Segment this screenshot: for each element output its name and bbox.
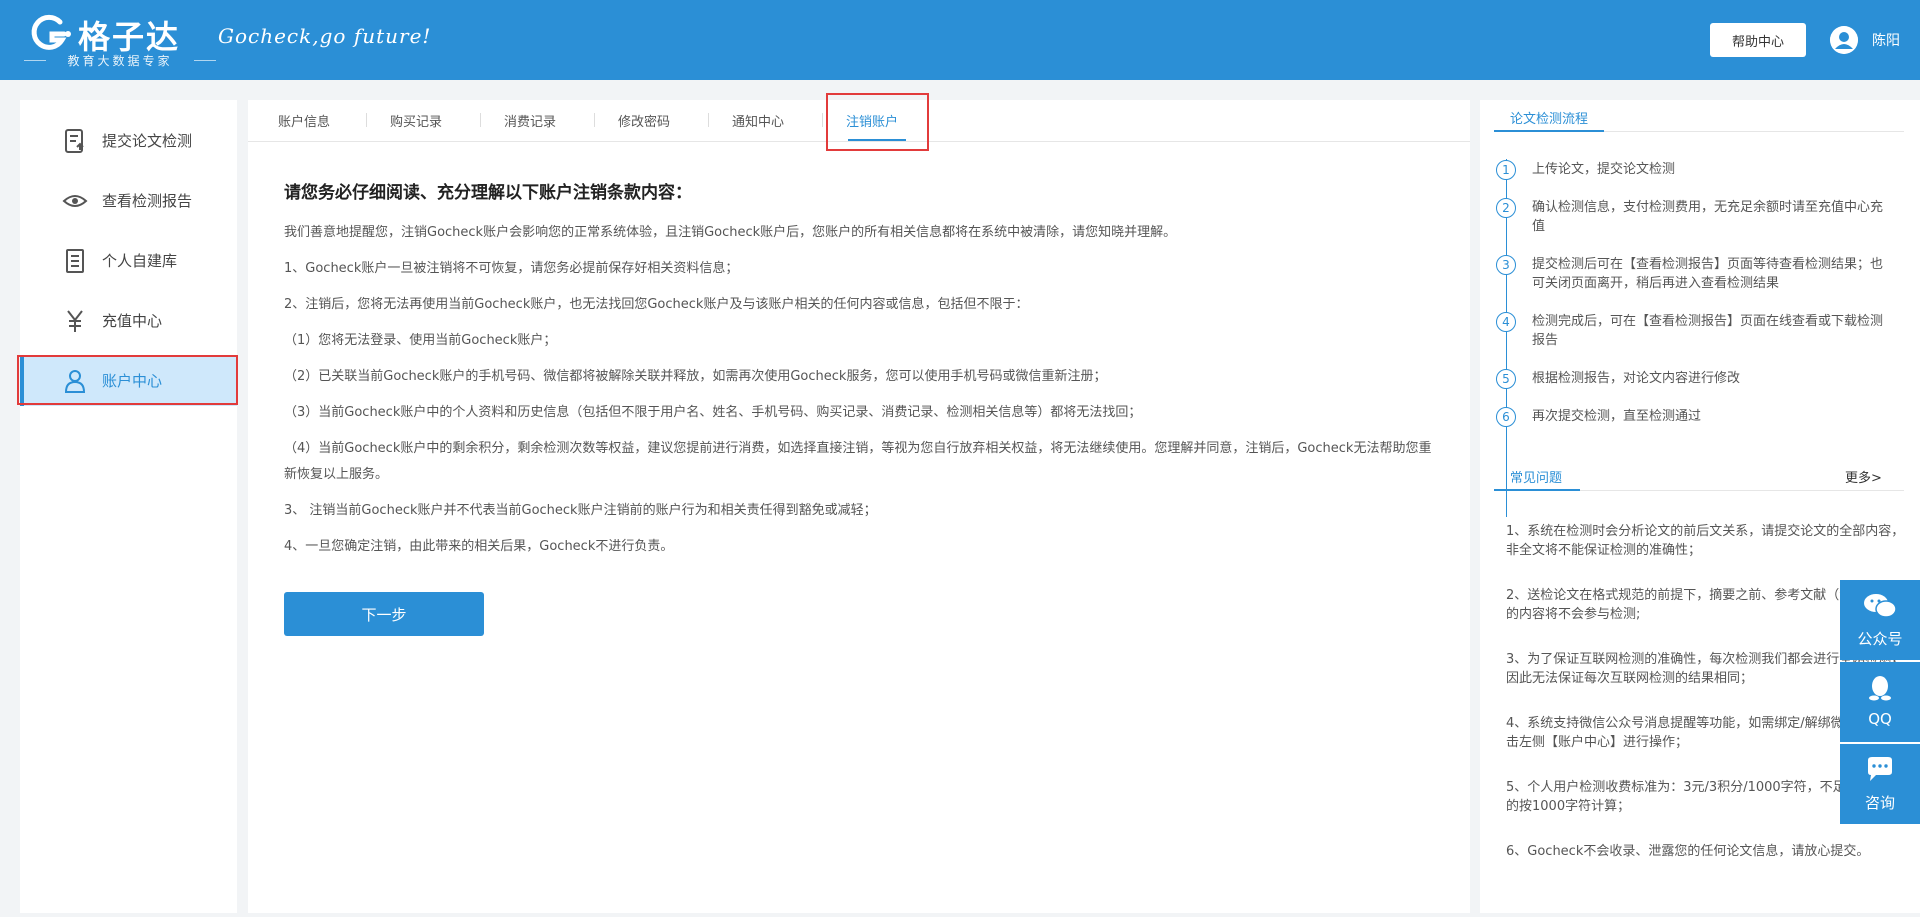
tab-notification-center[interactable]: 通知中心 bbox=[732, 111, 784, 130]
user-avatar-icon[interactable] bbox=[1830, 26, 1858, 54]
tab-divider bbox=[594, 113, 595, 127]
document-upload-icon bbox=[65, 129, 84, 153]
sidebar-item-view-report[interactable]: 查看检测报告 bbox=[20, 176, 237, 226]
process-tab[interactable]: 论文检测流程 bbox=[1510, 108, 1588, 127]
sidebar-item-label: 查看检测报告 bbox=[102, 192, 193, 210]
step-text: 再次提交检测，直至检测通过 bbox=[1532, 409, 1702, 424]
terms-paragraph: 我们善意地提醒您，注销Gocheck账户会影响您的正常系统体验，且注销Goche… bbox=[284, 225, 1177, 240]
sidebar-item-account-center[interactable]: 账户中心 bbox=[20, 356, 237, 406]
yen-icon bbox=[67, 310, 83, 332]
list-document-icon bbox=[66, 249, 84, 273]
tab-cancel-account[interactable]: 注销账户 bbox=[846, 111, 898, 130]
sidebar-item-label: 个人自建库 bbox=[102, 252, 178, 270]
float-label: 咨询 bbox=[1864, 794, 1895, 812]
help-center-button[interactable]: 帮助中心 bbox=[1710, 23, 1806, 57]
float-label: 公众号 bbox=[1857, 630, 1903, 648]
tab-consumption-records[interactable]: 消费记录 bbox=[504, 111, 556, 130]
step-text: 根据检测报告，对论文内容进行修改 bbox=[1532, 371, 1741, 386]
tab-purchase-records[interactable]: 购买记录 bbox=[390, 111, 442, 130]
terms-paragraph: 3、 注销当前Gocheck账户并不代表当前Gocheck账户注销前的账户行为和… bbox=[284, 503, 877, 518]
tab-change-password[interactable]: 修改密码 bbox=[618, 111, 670, 130]
sidebar-item-label: 提交论文检测 bbox=[102, 132, 193, 150]
float-wechat-button[interactable]: 公众号 bbox=[1840, 580, 1920, 660]
tab-divider bbox=[822, 113, 823, 127]
terms-paragraph: （3）当前Gocheck账户中的个人资料和历史信息（包括但不限于用户名、姓名、手… bbox=[284, 405, 1142, 420]
faq-tab[interactable]: 常见问题 bbox=[1510, 467, 1562, 486]
step-number: 5 bbox=[1496, 369, 1516, 389]
next-step-button[interactable]: 下一步 bbox=[284, 592, 484, 636]
sidebar-item-label: 充值中心 bbox=[102, 312, 163, 330]
eye-icon bbox=[62, 195, 88, 207]
step-number: 1 bbox=[1496, 160, 1516, 180]
faq-item: 6、Gocheck不会收录、泄露您的任何论文信息，请放心提交。 bbox=[1506, 844, 1870, 859]
tab-account-info[interactable]: 账户信息 bbox=[278, 111, 330, 130]
sidebar-item-label: 账户中心 bbox=[102, 372, 163, 390]
sidebar-nav: 提交论文检测 查看检测报告 个人自建库 充值中心 账户中心 bbox=[20, 100, 237, 913]
terms-paragraph: （2）已关联当前Gocheck账户的手机号码、微信都将被解除关联并释放，如需再次… bbox=[284, 369, 1107, 384]
terms-paragraph: （4）当前Gocheck账户中的剩余积分，剩余检测次数等权益，建议您提前进行消费… bbox=[284, 441, 1432, 482]
step-text: 提交检测后可在【查看检测报告】页面等待查看检测结果；也可关闭页面离开，稍后再进入… bbox=[1532, 257, 1884, 291]
brand-logo[interactable]: 格子达 教育大数据专家 bbox=[24, 10, 216, 69]
terms-paragraph: （1）您将无法登录、使用当前Gocheck账户； bbox=[284, 333, 557, 348]
step-text: 确认检测信息，支付检测费用，无充足余额时请至充值中心充值 bbox=[1532, 200, 1884, 234]
faq-item: 1、系统在检测时会分析论文的前后文关系，请提交论文的全部内容，非全文将不能保证检… bbox=[1506, 524, 1905, 558]
step-number: 3 bbox=[1496, 255, 1516, 275]
step-text: 检测完成后，可在【查看检测报告】页面在线查看或下载检测报告 bbox=[1532, 314, 1884, 348]
faq-tab-underline bbox=[1494, 489, 1580, 491]
float-label: QQ bbox=[1868, 710, 1892, 728]
faq-more-link[interactable]: 更多> bbox=[1845, 467, 1882, 486]
sidebar-item-submit-paper[interactable]: 提交论文检测 bbox=[20, 116, 237, 166]
step-number: 6 bbox=[1496, 407, 1516, 427]
process-tab-underline bbox=[1494, 130, 1604, 132]
step-text: 上传论文，提交论文检测 bbox=[1532, 162, 1676, 177]
cancel-terms-content: 请您务必仔细阅读、充分理解以下账户注销条款内容： 我们善意地提醒您，注销Goch… bbox=[284, 178, 1434, 554]
account-tabs: 账户信息 购买记录 消费记录 修改密码 通知中心 注销账户 bbox=[248, 100, 1470, 142]
step-number: 4 bbox=[1496, 312, 1516, 332]
top-header: 格子达 教育大数据专家 Gocheck,go future! 帮助中心 陈阳 bbox=[0, 0, 1920, 80]
slogan: Gocheck,go future! bbox=[218, 24, 432, 48]
main-content: 账户信息 购买记录 消费记录 修改密码 通知中心 注销账户 请您务必仔细阅读、充… bbox=[248, 100, 1470, 913]
tab-divider bbox=[480, 113, 481, 127]
terms-title: 请您务必仔细阅读、充分理解以下账户注销条款内容： bbox=[284, 183, 692, 203]
qq-penguin-icon bbox=[1869, 676, 1891, 701]
sidebar-item-personal-library[interactable]: 个人自建库 bbox=[20, 236, 237, 286]
sidebar-item-recharge[interactable]: 充值中心 bbox=[20, 296, 237, 346]
logo-mark-icon bbox=[31, 14, 71, 50]
user-icon bbox=[64, 370, 86, 393]
float-qq-button[interactable]: QQ bbox=[1840, 662, 1920, 742]
chat-bubble-icon bbox=[1868, 757, 1892, 781]
logo-tagline: 教育大数据专家 bbox=[24, 52, 216, 69]
float-consult-button[interactable]: 咨询 bbox=[1840, 744, 1920, 824]
terms-paragraph: 4、一旦您确定注销，由此带来的相关后果，Gocheck不进行负责。 bbox=[284, 539, 674, 554]
tab-divider bbox=[366, 113, 367, 127]
terms-paragraph: 1、Gocheck账户一旦被注销将不可恢复，请您务必提前保存好相关资料信息； bbox=[284, 261, 739, 276]
tab-divider bbox=[708, 113, 709, 127]
terms-paragraph: 2、注销后，您将无法再使用当前Gocheck账户，也无法找回您Gocheck账户… bbox=[284, 297, 1029, 312]
active-tab-underline bbox=[848, 139, 906, 141]
step-number: 2 bbox=[1496, 198, 1516, 218]
user-name[interactable]: 陈阳 bbox=[1872, 30, 1900, 50]
wechat-icon bbox=[1864, 594, 1897, 618]
